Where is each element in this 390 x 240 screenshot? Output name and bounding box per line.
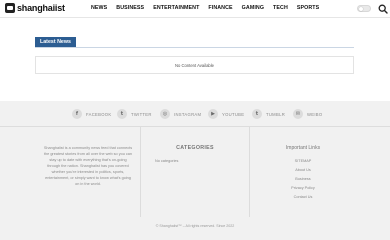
main-nav: NEWS BUSINESS ENTERTAINMENT FINANCE GAMI… — [91, 5, 319, 11]
categories-empty-text: No categories — [155, 159, 179, 163]
nav-item-business[interactable]: BUSINESS — [116, 5, 144, 11]
empty-content-box: No Content Available — [35, 56, 354, 74]
footer-divider — [0, 126, 390, 127]
tumblr-icon: t — [252, 109, 262, 119]
social-weibo[interactable]: ✉ WEIBO — [293, 109, 322, 119]
search-icon[interactable] — [378, 4, 388, 14]
about-text: Shanghaiist is a community news feed tha… — [43, 146, 133, 186]
social-label: TUMBLR — [266, 111, 286, 117]
social-facebook[interactable]: f FACEBOOK — [72, 109, 111, 119]
link-about-us[interactable]: About Us — [250, 166, 356, 175]
social-tumblr[interactable]: t TUMBLR — [252, 109, 285, 119]
link-privacy-policy[interactable]: Privacy Policy — [250, 184, 356, 193]
copyright-text: © Shanghaiist™ – All rights reserved. Si… — [155, 224, 235, 228]
link-contact-us[interactable]: Contact Us — [250, 193, 356, 202]
link-sitemap[interactable]: SITEMAP — [250, 157, 356, 166]
social-links: f FACEBOOK t TWITTER ◎ INSTAGRAM ▶ YOUTU… — [0, 109, 390, 121]
dark-mode-toggle[interactable] — [357, 5, 371, 12]
nav-item-news[interactable]: NEWS — [91, 5, 107, 11]
social-youtube[interactable]: ▶ YOUTUBE — [208, 109, 244, 119]
column-separator — [140, 127, 141, 217]
nav-item-tech[interactable]: TECH — [273, 5, 288, 11]
instagram-icon: ◎ — [160, 109, 170, 119]
weibo-icon: ✉ — [293, 109, 303, 119]
nav-item-sports[interactable]: SPORTS — [297, 5, 319, 11]
site-logo[interactable]: shanghaiist — [5, 3, 65, 13]
latest-news-heading: Latest News — [35, 37, 76, 47]
twitter-icon: t — [117, 109, 127, 119]
facebook-icon: f — [72, 109, 82, 119]
site-header: shanghaiist NEWS BUSINESS ENTERTAINMENT … — [0, 0, 390, 18]
social-label: YOUTUBE — [222, 111, 245, 117]
youtube-icon: ▶ — [208, 109, 218, 119]
social-twitter[interactable]: t TWITTER — [117, 109, 152, 119]
site-footer: f FACEBOOK t TWITTER ◎ INSTAGRAM ▶ YOUTU… — [0, 101, 390, 240]
nav-item-entertainment[interactable]: ENTERTAINMENT — [153, 5, 199, 11]
categories-title: CATEGORIES — [176, 145, 214, 151]
important-links-list: SITEMAP About Us Business Privacy Policy… — [250, 157, 356, 202]
logo-text: shanghaiist — [17, 3, 65, 13]
nav-item-gaming[interactable]: GAMING — [242, 5, 264, 11]
social-label: FACEBOOK — [86, 111, 112, 117]
nav-item-finance[interactable]: FINANCE — [208, 5, 232, 11]
social-label: WEIBO — [307, 111, 323, 117]
link-business[interactable]: Business — [250, 175, 356, 184]
logo-icon — [5, 3, 15, 13]
social-label: TWITTER — [131, 111, 152, 117]
heading-underline — [35, 47, 354, 48]
social-label: INSTAGRAM — [174, 111, 202, 117]
social-instagram[interactable]: ◎ INSTAGRAM — [160, 109, 201, 119]
important-links-title: Important Links — [285, 145, 321, 151]
